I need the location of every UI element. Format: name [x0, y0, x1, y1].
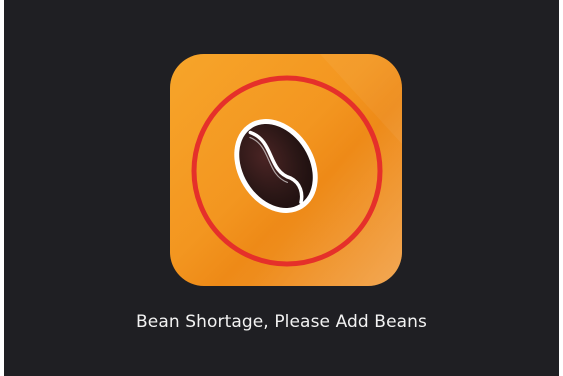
bean-shortage-message: Bean Shortage, Please Add Beans — [136, 312, 427, 332]
bean-alert-tile — [170, 54, 402, 286]
coffee-bean-icon — [191, 54, 402, 286]
